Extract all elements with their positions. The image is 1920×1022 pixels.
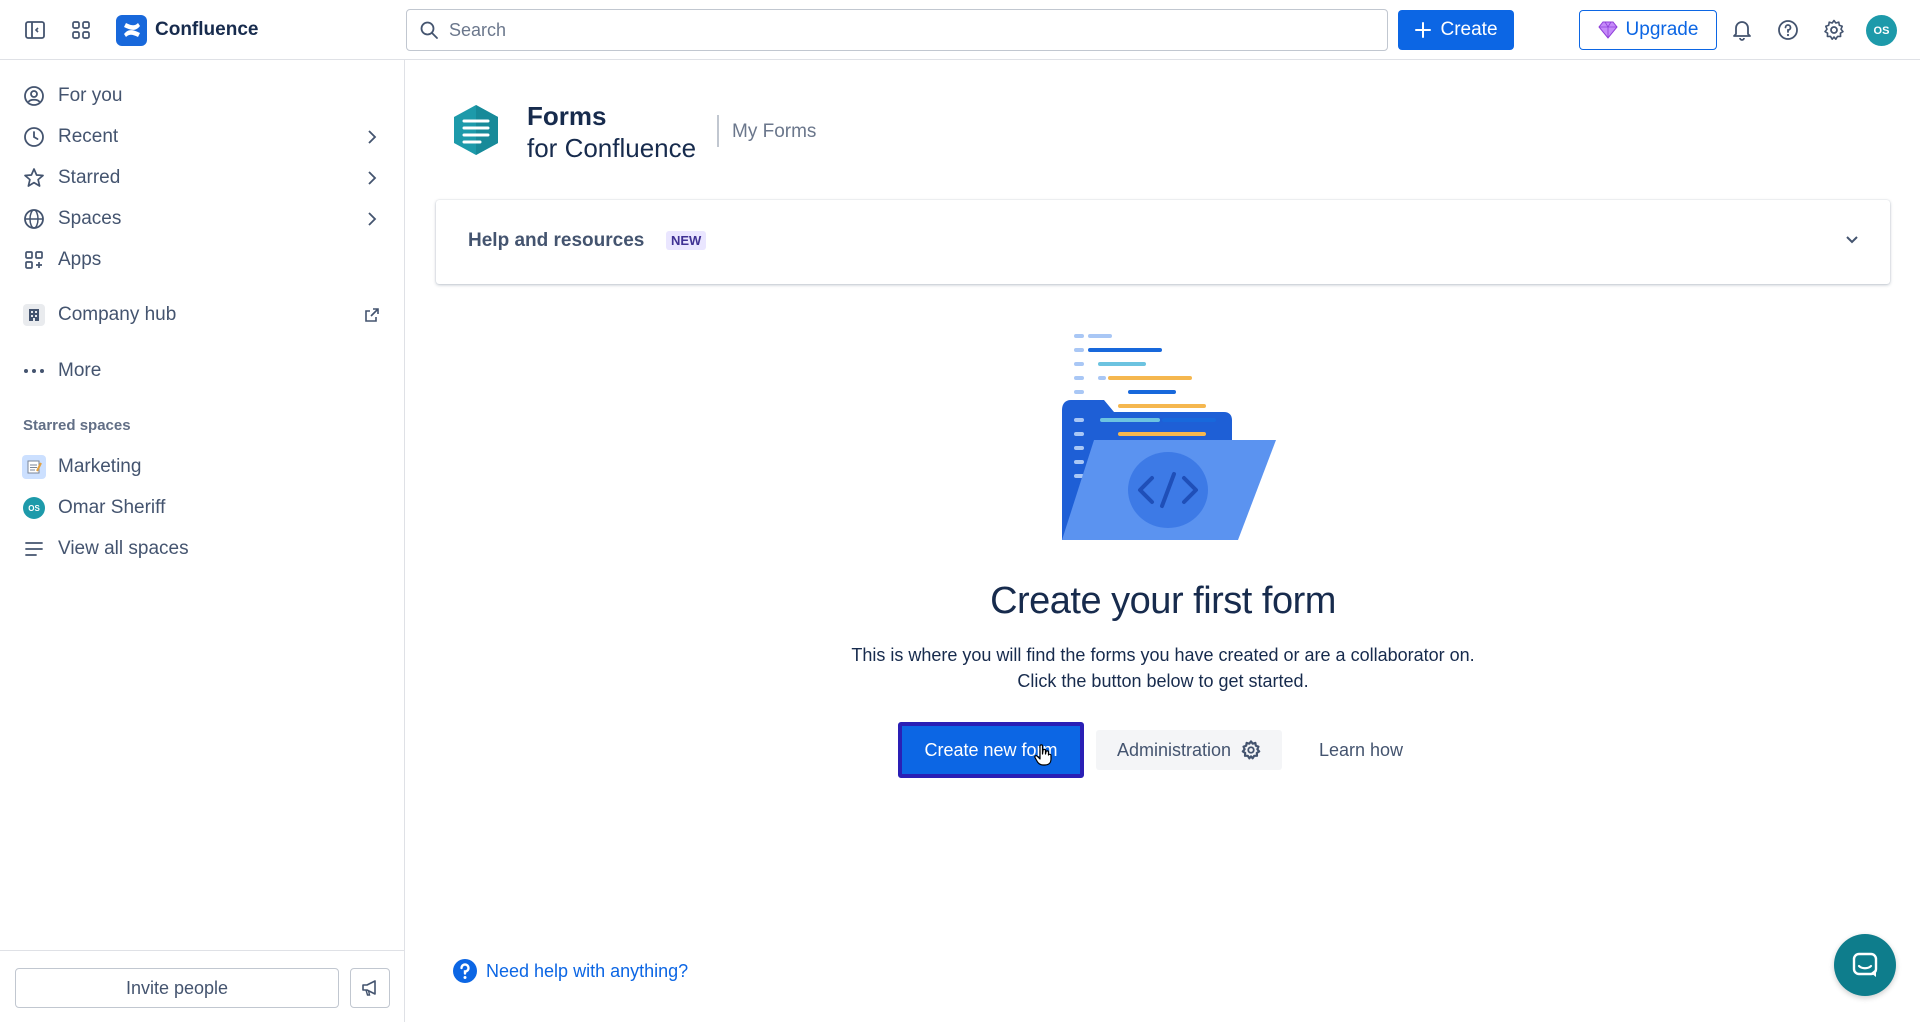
administration-button[interactable]: Administration — [1096, 730, 1282, 770]
space-label: Omar Sheriff — [58, 497, 166, 518]
sidebar-space-omar-sheriff[interactable]: OS Omar Sheriff — [22, 489, 384, 527]
help-panel-title: Help and resources — [468, 230, 645, 251]
empty-state-description: This is where you will find the forms yo… — [406, 642, 1920, 694]
help-icon[interactable] — [1772, 14, 1804, 46]
create-new-form-button[interactable]: Create new form — [898, 722, 1084, 778]
search-input[interactable] — [449, 19, 1349, 41]
search-icon — [420, 21, 438, 39]
space-label: View all spaces — [58, 538, 189, 559]
sidebar-footer: Invite people — [0, 950, 405, 1022]
external-link-icon[interactable] — [360, 303, 384, 327]
sidebar-item-label: Starred — [58, 167, 121, 188]
sidebar-item-label: Recent — [58, 126, 119, 147]
sidebar-item-for-you[interactable]: For you — [22, 77, 384, 115]
product-title-line1: Forms — [527, 101, 607, 131]
search-box[interactable] — [406, 9, 1388, 51]
folder-code-illustration — [1054, 330, 1278, 540]
hand-cursor-icon — [1034, 744, 1052, 766]
app-switcher-icon[interactable] — [65, 14, 97, 46]
sidebar: For you Recent Starred Spaces Apps Compa… — [0, 60, 405, 1022]
help-resources-panel[interactable]: Help and resources NEW — [436, 200, 1890, 284]
app-name: Confluence — [155, 19, 259, 40]
sidebar-toggle-icon[interactable] — [19, 14, 51, 46]
question-circle-icon — [453, 959, 477, 983]
chevron-right-icon[interactable] — [360, 166, 384, 190]
empty-state-desc-line2: Click the button below to get started. — [1017, 671, 1309, 691]
star-icon — [22, 166, 46, 190]
top-navigation-bar: Confluence Create Upgrade OS — [0, 0, 1920, 60]
confluence-logo[interactable]: Confluence — [116, 14, 258, 46]
sidebar-view-all-spaces[interactable]: View all spaces — [22, 530, 384, 568]
sidebar-item-label: Company hub — [58, 304, 177, 325]
empty-state-desc-line1: This is where you will find the forms yo… — [851, 645, 1475, 665]
learn-how-link[interactable]: Learn how — [1306, 730, 1416, 770]
user-avatar[interactable]: OS — [1866, 15, 1897, 46]
create-button[interactable]: Create — [1398, 10, 1514, 50]
sidebar-item-recent[interactable]: Recent — [22, 118, 384, 156]
title-divider — [717, 115, 719, 147]
notifications-bell-icon[interactable] — [1726, 14, 1758, 46]
user-circle-icon — [22, 84, 46, 108]
sidebar-item-company-hub[interactable]: Company hub — [22, 296, 384, 334]
page-subtitle: My Forms — [732, 121, 817, 142]
sidebar-item-starred[interactable]: Starred — [22, 159, 384, 197]
gear-icon — [1241, 740, 1261, 760]
clock-icon — [22, 125, 46, 149]
chevron-right-icon[interactable] — [360, 207, 384, 231]
plus-icon — [1415, 22, 1432, 38]
product-title: Forms for Confluence — [527, 100, 696, 164]
forms-logo-icon — [450, 103, 502, 157]
create-button-label: Create — [1440, 19, 1498, 40]
globe-icon — [22, 207, 46, 231]
administration-button-label: Administration — [1116, 739, 1232, 760]
chevron-right-icon[interactable] — [360, 125, 384, 149]
sidebar-item-label: Apps — [58, 249, 102, 270]
apps-icon — [22, 248, 46, 272]
need-help-label: Need help with anything? — [486, 960, 689, 981]
upgrade-button[interactable]: Upgrade — [1579, 10, 1717, 50]
gem-icon — [1597, 21, 1618, 39]
upgrade-button-label: Upgrade — [1625, 19, 1699, 40]
sidebar-item-spaces[interactable]: Spaces — [22, 200, 384, 238]
building-icon — [22, 303, 46, 327]
main-content: Forms for Confluence My Forms Help and r… — [406, 60, 1920, 1022]
chat-icon — [1852, 952, 1878, 977]
space-label: Marketing — [58, 456, 142, 477]
starred-spaces-heading: Starred spaces — [23, 417, 131, 434]
more-icon — [22, 359, 46, 383]
space-avatar: OS — [22, 496, 46, 520]
sidebar-item-label: For you — [58, 85, 123, 106]
chat-support-button[interactable] — [1834, 934, 1896, 996]
confluence-logo-icon — [116, 14, 147, 46]
new-badge: NEW — [666, 231, 707, 250]
chevron-down-icon[interactable] — [1840, 228, 1864, 252]
product-title-line2: for Confluence — [527, 133, 697, 163]
sidebar-item-apps[interactable]: Apps — [22, 241, 384, 279]
sidebar-item-more[interactable]: More — [22, 352, 384, 390]
need-help-link[interactable]: Need help with anything? — [452, 958, 688, 984]
settings-gear-icon[interactable] — [1818, 14, 1850, 46]
sidebar-space-marketing[interactable]: Marketing — [22, 448, 384, 486]
list-icon — [22, 537, 46, 561]
sidebar-item-label: More — [58, 360, 102, 381]
sidebar-item-label: Spaces — [58, 208, 122, 229]
megaphone-icon[interactable] — [350, 968, 390, 1008]
empty-state-title: Create your first form — [990, 580, 1336, 622]
memo-emoji-icon — [22, 455, 46, 479]
invite-people-button[interactable]: Invite people — [15, 968, 339, 1008]
